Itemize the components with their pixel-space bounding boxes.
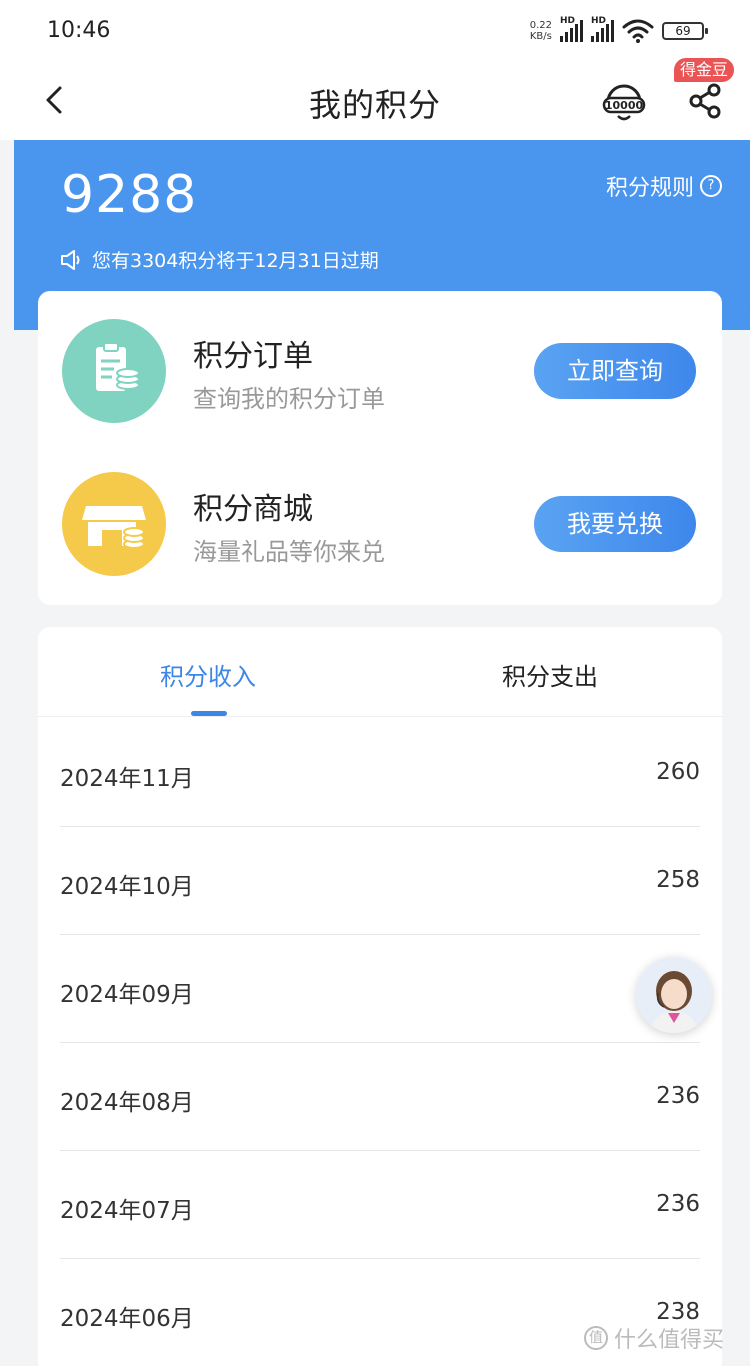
customer-service-avatar[interactable] [636,957,712,1033]
points-mall-subtitle: 海量礼品等你来兑 [193,538,385,566]
help-icon: ? [700,175,722,197]
record-row[interactable]: 2024年09月 [60,935,700,1043]
record-points: 258 [656,867,700,893]
points-orders-subtitle: 查询我的积分订单 [193,385,385,413]
points-orders-title: 积分订单 [193,339,313,374]
records-list: 2024年11月 260 2024年10月 258 2024年09月 2024年… [38,719,722,1366]
app-header: 我的积分 10000 得金豆 [0,58,750,140]
wifi-icon [622,19,654,43]
speaker-icon [61,249,80,270]
points-mall-title: 积分商城 [193,492,313,527]
signal-icon-2: HD [591,16,614,42]
points-orders-row: 积分订单 查询我的积分订单 立即查询 [38,291,722,423]
record-month: 2024年10月 [60,874,194,900]
redeem-button[interactable]: 我要兑换 [534,496,696,552]
record-row[interactable]: 2024年08月 236 [60,1043,700,1151]
record-month: 2024年07月 [60,1198,194,1224]
points-rules-link[interactable]: 积分规则 ? [606,170,722,202]
tab-points-expense[interactable]: 积分支出 [450,657,650,692]
points-rules-label: 积分规则 [605,176,694,201]
active-tab-indicator [191,711,227,716]
watermark-text: 什么值得买 [614,1328,725,1353]
record-row[interactable]: 2024年10月 258 [60,827,700,935]
points-mall-row: 积分商城 海量礼品等你来兑 我要兑换 [38,444,722,576]
feature-card: 积分订单 查询我的积分订单 立即查询 积分商城 海量礼品等你来兑 我要兑换 [38,291,722,605]
record-month: 2024年11月 [60,766,194,792]
record-points: 236 [656,1083,700,1109]
network-speed-unit: KB/s [529,31,552,42]
network-speed: 0.22 KB/s [530,20,552,42]
share-icon[interactable] [688,80,724,120]
watermark: 值 什么值得买 [584,1322,724,1354]
network-speed-value: 0.22 [529,20,552,31]
record-row[interactable]: 2024年07月 236 [60,1151,700,1259]
query-orders-button[interactable]: 立即查询 [534,343,696,399]
record-points: 236 [656,1191,700,1217]
records-tabs: 积分收入 积分支出 [38,627,722,717]
tab-points-income[interactable]: 积分收入 [108,657,308,692]
record-row[interactable]: 2024年11月 260 [60,719,700,827]
status-time: 10:46 [47,18,111,43]
gold-bean-badge[interactable]: 得金豆 [674,58,735,82]
status-icons: 0.22 KB/s HD HD 69 [530,16,708,46]
battery-icon: 69 [662,22,708,40]
hd-label-2: HD [591,16,607,26]
record-month: 2024年06月 [60,1306,194,1332]
points-order-icon [62,319,166,423]
hd-label: HD [560,16,576,26]
expire-notice: 您有3304积分将于12月31日过期 [60,246,379,273]
record-month: 2024年09月 [60,982,194,1008]
points-mall-icon [62,472,166,576]
points-total: 9288 [61,165,198,225]
record-month: 2024年08月 [60,1090,194,1116]
points-records-card: 积分收入 积分支出 2024年11月 260 2024年10月 258 2024… [38,627,722,1366]
signal-icon: HD [560,16,583,42]
watermark-icon: 值 [584,1326,608,1350]
status-bar: 10:46 0.22 KB/s HD HD 69 [0,0,750,64]
record-points: 260 [656,759,700,785]
hotline-number: 10000 [605,99,644,112]
customer-service-hotline-icon[interactable]: 10000 [600,78,648,124]
expire-notice-text: 您有3304积分将于12月31日过期 [92,250,379,272]
